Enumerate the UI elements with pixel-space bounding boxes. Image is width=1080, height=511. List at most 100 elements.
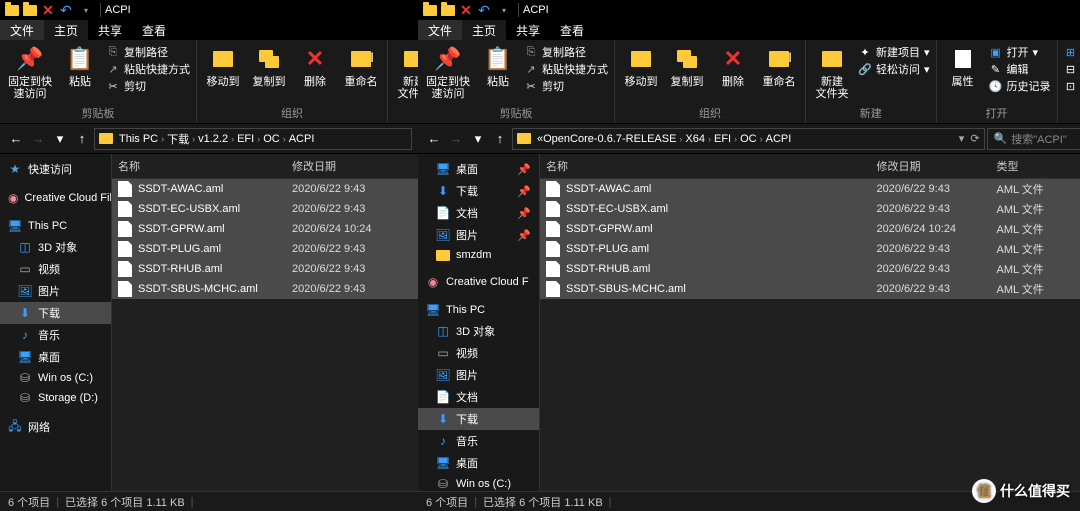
sidebar-item-this-pc[interactable]: 🖥This PC [0, 216, 111, 236]
file-row[interactable]: SSDT-EC-USBX.aml2020/6/22 9:43AML 文件1 KB [540, 199, 1080, 219]
file-row[interactable]: SSDT-PLUG.aml2020/6/22 9:43AML 文件1 KB [540, 239, 1080, 259]
select-none-button[interactable]: ⊟全部取消 [1062, 61, 1080, 77]
col-size[interactable]: 大小 [1067, 158, 1080, 174]
sidebar-item-documents[interactable]: 📄文档 📌 [418, 202, 539, 224]
paste-button[interactable]: 📋粘贴 [58, 42, 102, 90]
new-folder-button[interactable]: 新建 文件夹 [810, 42, 854, 102]
edit-button[interactable]: ✎编辑 [987, 61, 1053, 77]
delete-button[interactable]: ✕删除 [293, 42, 337, 90]
back-button[interactable]: ← [6, 129, 26, 149]
up-button[interactable]: ↑ [72, 129, 92, 149]
breadcrumb-seg[interactable]: OC [263, 133, 280, 145]
sidebar-item-desktop[interactable]: 🖥桌面 [0, 346, 111, 368]
copy-path-button[interactable]: ⎘复制路径 [522, 44, 610, 60]
sidebar-item-downloads[interactable]: ⬇下载 📌 [418, 180, 539, 202]
chevron-down-icon[interactable]: ▾ [468, 129, 488, 149]
sidebar-item-videos[interactable]: ▭视频 [0, 258, 111, 280]
file-row[interactable]: SSDT-RHUB.aml2020/6/22 9:43 [112, 259, 418, 279]
breadcrumb-seg[interactable]: EFI [714, 133, 731, 145]
col-date[interactable]: 修改日期 [877, 158, 997, 174]
file-list-header[interactable]: 名称 修改日期 类型 大小 [540, 154, 1080, 179]
cut-button[interactable]: ✂剪切 [522, 78, 610, 94]
properties-button[interactable]: 属性 [941, 42, 985, 90]
file-row[interactable]: SSDT-AWAC.aml2020/6/22 9:43AML 文件1 KB [540, 179, 1080, 199]
sidebar-item-3d-objects[interactable]: ◫3D 对象 [418, 320, 539, 342]
breadcrumb[interactable]: « OpenCore-0.6.7-RELEASE› X64› EFI› OC› … [512, 128, 985, 150]
open-button[interactable]: ▣打开 ▾ [987, 44, 1053, 60]
sidebar-item-winos[interactable]: ⛁Win os (C:) [418, 474, 539, 491]
sidebar-item-desktop[interactable]: 🖥桌面 📌 [418, 158, 539, 180]
sidebar-item-downloads[interactable]: ⬇下载 [0, 302, 111, 324]
tab-home[interactable]: 主页 [44, 20, 88, 40]
rename-button[interactable]: 重命名 [339, 42, 383, 90]
forward-button[interactable]: → [446, 129, 466, 149]
tab-share[interactable]: 共享 [88, 20, 132, 40]
tab-home[interactable]: 主页 [462, 20, 506, 40]
invert-selection-button[interactable]: ⊡反向选择 [1062, 78, 1080, 94]
copy-to-button[interactable]: 复制到 [247, 42, 291, 90]
chevron-down-icon[interactable]: ▾ [959, 132, 965, 145]
file-row[interactable]: SSDT-SBUS-MCHC.aml2020/6/22 9:43 [112, 279, 418, 299]
col-date[interactable]: 修改日期 [292, 158, 412, 174]
col-type[interactable]: 类型 [997, 158, 1067, 174]
sidebar-item-downloads[interactable]: ⬇下载 [418, 408, 539, 430]
pin-to-quick-access-button[interactable]: 📌固定到快 速访问 [4, 42, 56, 102]
sidebar-item-music[interactable]: ♪音乐 [418, 430, 539, 452]
file-row[interactable]: SSDT-RHUB.aml2020/6/22 9:43AML 文件1 KB [540, 259, 1080, 279]
move-to-button[interactable]: 移动到 [201, 42, 245, 90]
col-name[interactable]: 名称 [546, 158, 877, 174]
refresh-icon[interactable]: ⟳ [970, 132, 979, 145]
copy-to-button[interactable]: 复制到 [665, 42, 709, 90]
sidebar-item-pictures[interactable]: 🖼图片 📌 [418, 224, 539, 246]
sidebar-item-pictures[interactable]: 🖼图片 [418, 364, 539, 386]
col-name[interactable]: 名称 [118, 158, 292, 174]
sidebar-item-creative-cloud[interactable]: ◉Creative Cloud Files [0, 188, 111, 208]
move-to-button[interactable]: 移动到 [619, 42, 663, 90]
easy-access-button[interactable]: 🔗轻松访问 ▾ [856, 61, 932, 77]
breadcrumb-seg[interactable]: OpenCore-0.6.7-RELEASE [543, 133, 676, 145]
tab-view[interactable]: 查看 [550, 20, 594, 40]
breadcrumb-seg[interactable]: EFI [237, 133, 254, 145]
file-list-header[interactable]: 名称 修改日期 [112, 154, 418, 179]
tab-file[interactable]: 文件 [0, 20, 44, 40]
back-button[interactable]: ← [424, 129, 444, 149]
breadcrumb[interactable]: This PC› 下载› v1.2.2› EFI› OC› ACPI [94, 128, 412, 150]
paste-shortcut-button[interactable]: ↗粘贴快捷方式 [522, 61, 610, 77]
file-row[interactable]: SSDT-GPRW.aml2020/6/24 10:24AML 文件1 KB [540, 219, 1080, 239]
undo-icon[interactable]: ↶ [476, 2, 492, 18]
sidebar-item-this-pc[interactable]: 🖥This PC [418, 300, 539, 320]
paste-button[interactable]: 📋粘贴 [476, 42, 520, 90]
chevron-down-icon[interactable]: ▾ [78, 2, 94, 18]
sidebar-item-quick-access[interactable]: ★快速访问 [0, 158, 111, 180]
chevron-down-icon[interactable]: ▾ [50, 129, 70, 149]
undo-icon[interactable]: ↶ [58, 2, 74, 18]
breadcrumb-seg[interactable]: v1.2.2 [198, 133, 228, 145]
sidebar-item-3d-objects[interactable]: ◫3D 对象 [0, 236, 111, 258]
sidebar-item-documents[interactable]: 📄文档 [418, 386, 539, 408]
forward-button[interactable]: → [28, 129, 48, 149]
paste-shortcut-button[interactable]: ↗粘贴快捷方式 [104, 61, 192, 77]
chevron-down-icon[interactable]: ▾ [496, 2, 512, 18]
delete-button[interactable]: ✕删除 [711, 42, 755, 90]
sidebar-item-creative-cloud[interactable]: ◉Creative Cloud F [418, 272, 539, 292]
close-icon[interactable]: ✕ [40, 2, 56, 18]
file-row[interactable]: SSDT-GPRW.aml2020/6/24 10:24 [112, 219, 418, 239]
breadcrumb-seg[interactable]: This PC [119, 133, 158, 145]
breadcrumb-seg[interactable]: ACPI [766, 133, 792, 145]
breadcrumb-seg[interactable]: X64 [685, 133, 705, 145]
file-row[interactable]: SSDT-EC-USBX.aml2020/6/22 9:43 [112, 199, 418, 219]
file-row[interactable]: SSDT-AWAC.aml2020/6/22 9:43 [112, 179, 418, 199]
pin-to-quick-access-button[interactable]: 📌固定到快 速访问 [422, 42, 474, 102]
up-button[interactable]: ↑ [490, 129, 510, 149]
search-input[interactable]: 🔍 搜索"ACPI" [987, 128, 1080, 150]
select-all-button[interactable]: ⊞全部选择 [1062, 44, 1080, 60]
history-button[interactable]: 🕓历史记录 [987, 78, 1053, 94]
file-row[interactable]: SSDT-PLUG.aml2020/6/22 9:43 [112, 239, 418, 259]
sidebar-item-desktop[interactable]: 🖥桌面 [418, 452, 539, 474]
sidebar-item-network[interactable]: 🖧网络 [0, 416, 111, 438]
cut-button[interactable]: ✂剪切 [104, 78, 192, 94]
sidebar-item-videos[interactable]: ▭视频 [418, 342, 539, 364]
tab-view[interactable]: 查看 [132, 20, 176, 40]
close-icon[interactable]: ✕ [458, 2, 474, 18]
breadcrumb-seg[interactable]: ACPI [289, 133, 315, 145]
